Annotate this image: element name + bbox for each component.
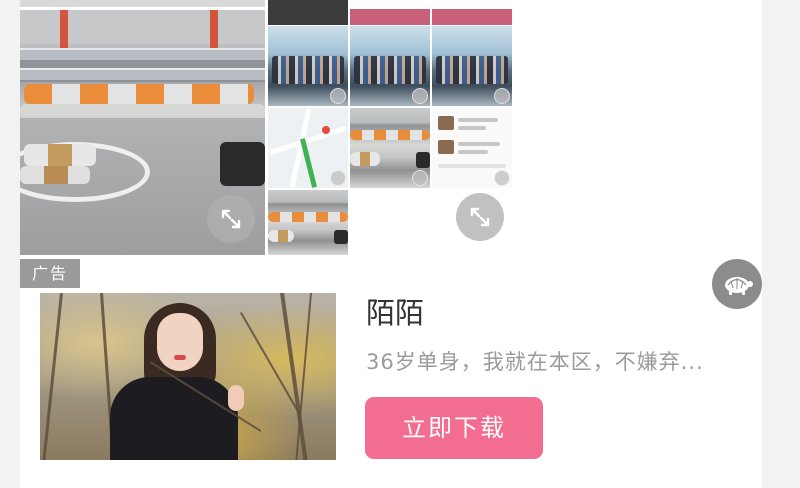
gallery-top-strip-left[interactable]: [20, 0, 265, 7]
ad-photo[interactable]: [40, 293, 336, 460]
expand-arrows-icon: [221, 209, 241, 229]
ad-close-badge[interactable]: [712, 259, 762, 309]
expand-button[interactable]: [207, 195, 255, 243]
expand-arrows-icon: [470, 207, 490, 227]
gallery-top-strip-mid[interactable]: [268, 0, 348, 9]
gallery-photo-track-3[interactable]: [268, 190, 348, 255]
ad-tag: 广告: [20, 259, 80, 288]
download-button[interactable]: 立即下载: [365, 397, 543, 459]
ad-title[interactable]: 陌陌: [366, 290, 424, 332]
gallery-photo-group-2[interactable]: [350, 26, 430, 106]
expand-button[interactable]: [456, 193, 504, 241]
gallery-top-strip-pink-1[interactable]: [350, 9, 430, 25]
gallery-photo-group-3[interactable]: [432, 26, 512, 106]
gallery-top-strip-pink-2[interactable]: [432, 9, 512, 25]
gallery-photo-shop-screenshot[interactable]: [432, 108, 512, 188]
gallery-photo-track-2[interactable]: [350, 108, 430, 188]
ad-description[interactable]: 36岁单身，我就在本区，不嫌弃...: [366, 346, 738, 376]
gallery-photo-go-kart-track[interactable]: [20, 10, 265, 255]
gallery-top-strip-dark[interactable]: [268, 9, 348, 25]
gallery-photo-group-1[interactable]: [268, 26, 348, 106]
gallery-photo-map[interactable]: [268, 108, 348, 188]
turtle-logo-icon: [725, 277, 753, 295]
